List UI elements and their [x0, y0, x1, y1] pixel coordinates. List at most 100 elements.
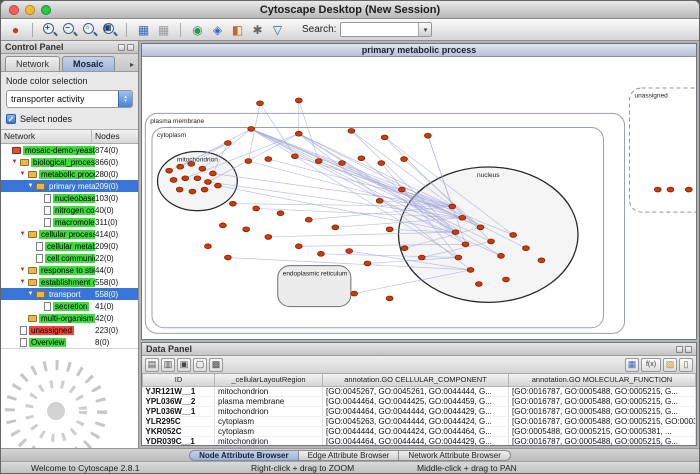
network-node[interactable] [467, 268, 474, 273]
network-node[interactable] [455, 255, 462, 260]
network-edge[interactable] [213, 173, 452, 206]
select-nodes-checkbox[interactable]: ✓ [6, 114, 16, 124]
equation-builder-icon[interactable]: f(x) [641, 358, 661, 372]
tree-row[interactable]: mosaic-demo-yeast874(0) [1, 144, 138, 156]
network-node[interactable] [452, 230, 459, 235]
import-attributes-icon[interactable]: ▩ [209, 358, 223, 372]
matrix-icon[interactable]: ▦ [625, 358, 639, 372]
network-node[interactable] [386, 296, 393, 301]
network-edge[interactable] [268, 159, 452, 206]
network-node[interactable] [188, 161, 195, 166]
close-panel-icon[interactable] [685, 346, 692, 353]
network-node[interactable] [315, 159, 322, 164]
network-node[interactable] [654, 187, 661, 192]
network-node[interactable] [205, 244, 212, 249]
float-panel-icon[interactable] [676, 346, 683, 353]
network-node[interactable] [378, 161, 385, 166]
network-node[interactable] [248, 127, 255, 132]
network-node[interactable] [488, 239, 495, 244]
search-combo[interactable]: ▾ [340, 22, 432, 37]
network-node[interactable] [685, 187, 692, 192]
network-node[interactable] [510, 233, 517, 238]
tree-row[interactable]: nitrogen compo40(0) [1, 204, 138, 216]
tree-row[interactable]: cell communica22(0) [1, 252, 138, 264]
tree-row[interactable]: secretion41(0) [1, 300, 138, 312]
network-node[interactable] [265, 157, 272, 162]
network-node[interactable] [205, 180, 212, 185]
network-node[interactable] [170, 178, 177, 183]
network-node[interactable] [332, 225, 339, 230]
tree-row[interactable]: nucleobase103(0) [1, 192, 138, 204]
network-node[interactable] [381, 135, 388, 140]
network-node[interactable] [177, 164, 184, 169]
network-node[interactable] [277, 211, 284, 216]
network-node[interactable] [176, 187, 183, 192]
network-node[interactable] [523, 246, 530, 251]
tree-row[interactable]: ▼metabolic process280(0) [1, 168, 138, 180]
network-node[interactable] [292, 154, 299, 159]
network-node[interactable] [475, 282, 482, 287]
tree-row[interactable]: ▼primary metabo209(0) [1, 180, 138, 192]
network-node[interactable] [305, 217, 312, 222]
network-node[interactable] [498, 253, 505, 258]
select-attributes-icon[interactable]: ▤ [145, 358, 159, 372]
table-row[interactable]: YDR039C__1mitochondrion[GO:0044464, GO:0… [143, 436, 696, 445]
annotation-icon[interactable]: ✱ [249, 21, 266, 38]
network-node[interactable] [346, 249, 353, 254]
network-node[interactable] [339, 161, 346, 166]
tree-row[interactable]: unassigned223(0) [1, 324, 138, 336]
network-node[interactable] [243, 227, 250, 232]
network-node[interactable] [538, 258, 545, 263]
network-node[interactable] [166, 168, 173, 173]
tree-row[interactable]: cellular metabo209(0) [1, 240, 138, 252]
close-window-button[interactable] [9, 5, 19, 15]
tab-edge-attribute-browser[interactable]: Edge Attribute Browser [299, 450, 400, 461]
tree-row[interactable]: macromolecule311(0) [1, 216, 138, 228]
network-node[interactable] [667, 187, 674, 192]
network-node[interactable] [401, 246, 408, 251]
new-network-icon[interactable]: ◉ [189, 21, 206, 38]
network-node[interactable] [210, 171, 217, 176]
network-node[interactable] [358, 156, 365, 161]
network-edge[interactable] [260, 103, 295, 156]
tree-row[interactable]: Overview8(0) [1, 336, 138, 348]
tree-row[interactable]: ▼transport558(0) [1, 288, 138, 300]
delete-attribute-icon[interactable]: ▢ [193, 358, 207, 372]
tab-network[interactable]: Network [5, 56, 60, 71]
close-panel-icon[interactable] [127, 44, 134, 51]
network-node[interactable] [386, 227, 393, 232]
zoom-in-icon[interactable]: + [41, 21, 58, 38]
network-node[interactable] [229, 201, 236, 206]
network-node[interactable] [224, 141, 231, 146]
tree-row[interactable]: ▼establishment of lo558(0) [1, 276, 138, 288]
network-node[interactable] [182, 176, 189, 181]
expand-arrow-icon[interactable]: ▼ [19, 231, 26, 237]
network-node[interactable] [462, 242, 469, 247]
network-node[interactable] [348, 128, 355, 133]
window-titlebar[interactable]: Cytoscape Desktop (New Session) [1, 1, 699, 19]
tree-row[interactable]: ▼response to stimul44(0) [1, 264, 138, 276]
attribute-dropdown[interactable]: transporter activity ▴ ▾ [6, 90, 133, 108]
tab-network-attribute-browser[interactable]: Network Attribute Browser [399, 450, 510, 461]
network-node[interactable] [199, 166, 206, 171]
cytoscape-icon[interactable]: ● [7, 21, 24, 38]
zoom-window-button[interactable] [41, 5, 51, 15]
network-node[interactable] [295, 98, 302, 103]
zoom-fit-icon[interactable]: ▣ [101, 21, 118, 38]
network-node[interactable] [449, 204, 456, 209]
network-node[interactable] [351, 291, 358, 296]
network-node[interactable] [245, 159, 252, 164]
search-dropdown-icon[interactable]: ▾ [418, 23, 431, 36]
network-canvas[interactable]: plasma membranecytoplasmunassignedmitoch… [142, 57, 696, 339]
trash-icon[interactable]: ▯ [679, 358, 693, 372]
network-node[interactable] [398, 187, 405, 192]
network-node[interactable] [194, 176, 201, 181]
expand-arrow-icon[interactable]: ▼ [27, 291, 34, 297]
show-all-icon[interactable]: ▦ [135, 21, 152, 38]
network-node[interactable] [224, 255, 231, 260]
network-node[interactable] [424, 133, 431, 138]
table-row[interactable]: YPL036W__1mitochondrion[GO:0044464, GO:0… [143, 406, 696, 416]
network-node[interactable] [219, 223, 226, 228]
expand-arrow-icon[interactable]: ▼ [19, 279, 26, 285]
table-row[interactable]: YJR121W__1mitochondrion[GO:0045267, GO:0… [143, 386, 696, 396]
